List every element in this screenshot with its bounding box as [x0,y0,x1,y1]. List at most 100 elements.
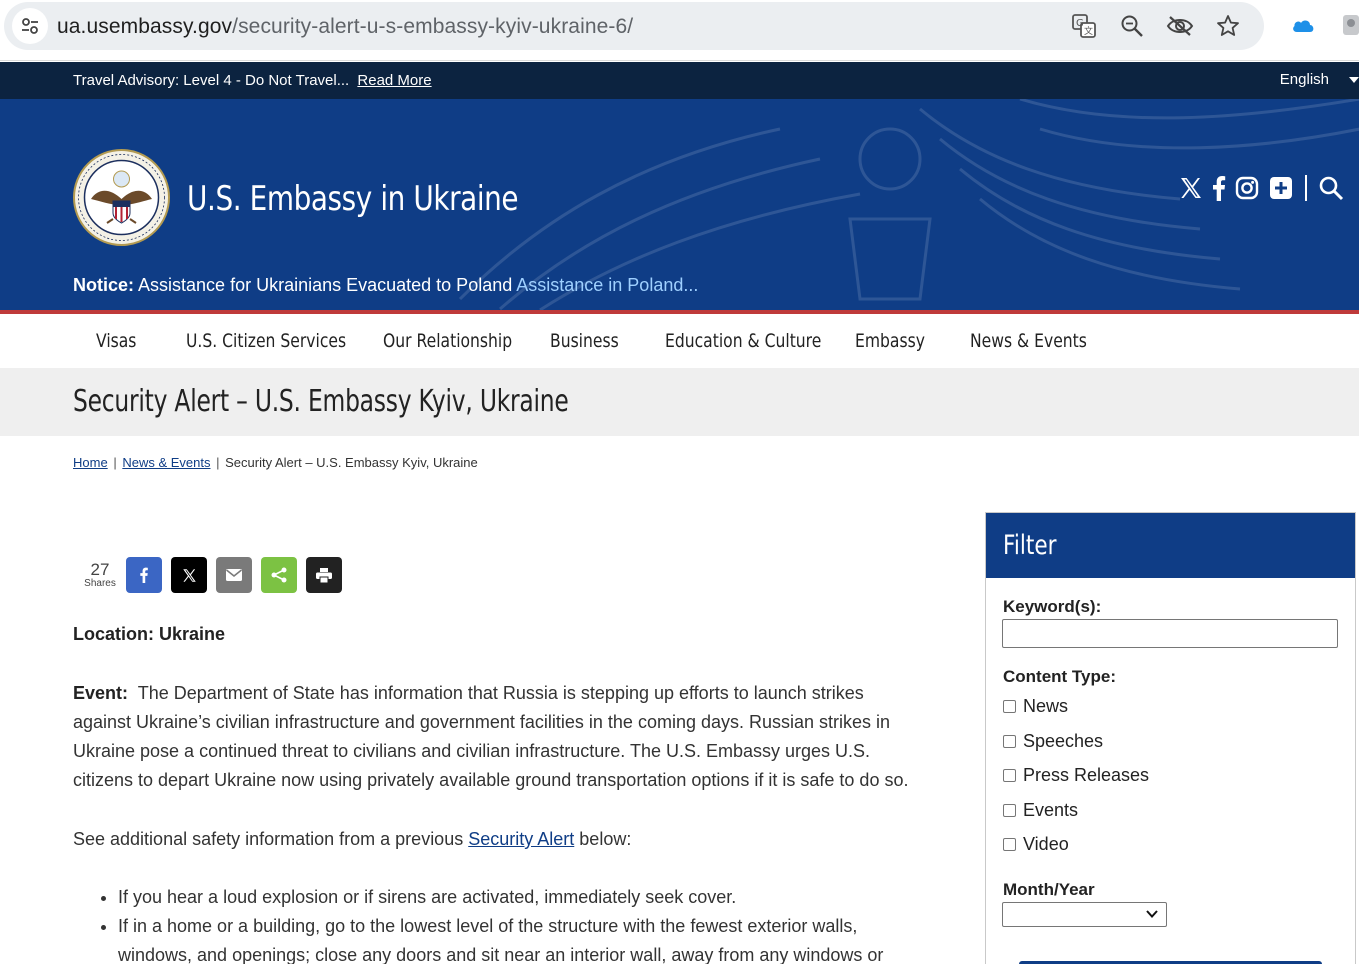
press-releases-checkbox[interactable] [1003,769,1016,782]
print-icon [316,567,332,583]
x-share-button[interactable] [171,557,207,593]
cloud-extension-icon[interactable] [1290,12,1316,38]
page-title-band: Security Alert – U.S. Embassy Kyiv, Ukra… [0,368,1359,436]
svg-text:G: G [1076,18,1084,29]
events-checkbox[interactable] [1003,804,1016,817]
x-social-icon[interactable] [1176,173,1206,203]
read-more-link[interactable]: Read More [357,72,431,89]
event-label: Event: [73,683,129,703]
breadcrumb-current: Security Alert – U.S. Embassy Kyiv, Ukra… [225,455,478,470]
speeches-checkbox[interactable] [1003,735,1016,748]
filter-title: Filter [1003,530,1057,561]
share-count: 27 Shares [80,561,120,590]
page-title: Security Alert – U.S. Embassy Kyiv, Ukra… [73,384,569,419]
press-releases-checkbox-label[interactable]: Press Releases [1023,765,1149,786]
breadcrumb-separator: | [216,455,220,470]
content-type-events-option[interactable]: Events [1003,800,1078,821]
zoom-icon[interactable] [1118,12,1146,40]
nav-item-us-citizen-services[interactable]: U.S. Citizen Services [186,330,346,352]
event-text: The Department of State has information … [73,683,909,790]
location-label: Location: [73,624,154,644]
search-icon[interactable] [1316,173,1346,203]
additional-info-prefix: See additional safety information from a… [73,829,464,849]
additional-info-suffix: below: [579,829,632,849]
travel-advisory-text: Travel Advisory: Level 4 - Do Not Travel… [73,72,350,89]
email-share-button[interactable] [216,557,252,593]
video-checkbox[interactable] [1003,838,1016,851]
facebook-icon [140,567,148,583]
share-count-number: 27 [90,560,110,579]
tracking-protection-eye-off-icon[interactable] [1166,12,1194,40]
travel-advisory-bar: Travel Advisory: Level 4 - Do Not Travel… [0,62,1359,99]
list-item: If in a home or a building, go to the lo… [118,912,893,964]
location-value: Ukraine [159,624,226,644]
browser-toolbar: ua.usembassy.gov/security-alert-u-s-emba… [0,0,1359,61]
x-icon [182,568,196,582]
instagram-social-icon[interactable] [1233,173,1261,203]
nav-item-education-culture[interactable]: Education & Culture [665,330,821,352]
share-count-label: Shares [84,578,116,589]
event-paragraph: Event: The Department of State has infor… [73,679,923,795]
more-social-plus-icon[interactable] [1267,173,1295,203]
month-year-select[interactable] [1002,902,1167,927]
nav-item-news-events[interactable]: News & Events [970,330,1087,352]
breadcrumb-home-link[interactable]: Home [73,455,108,470]
share-icon [271,567,287,583]
facebook-share-button[interactable] [126,557,162,593]
site-header: U.S. Embassy in Ukraine Notice: Assistan… [0,99,1359,310]
location-paragraph: Location: Ukraine [73,620,923,649]
translate-icon[interactable]: G 文 [1070,12,1098,40]
filter-panel: Filter Keyword(s): Content Type: News Sp… [985,512,1356,964]
url-path: /security-alert-u-s-embassy-kyiv-ukraine… [232,15,634,38]
site-info-icon[interactable] [12,8,48,44]
content-type-press-releases-option[interactable]: Press Releases [1003,765,1149,786]
url-host: ua.usembassy.gov [57,15,233,38]
additional-info-paragraph: See additional safety information from a… [73,825,923,854]
email-icon [226,569,242,581]
language-selector[interactable]: English [1280,71,1329,88]
video-checkbox-label[interactable]: Video [1023,834,1069,855]
breadcrumb-news-events-link[interactable]: News & Events [122,455,210,470]
keyword-input[interactable] [1002,619,1338,648]
url-text[interactable]: ua.usembassy.gov/security-alert-u-s-emba… [57,15,633,39]
profile-avatar-icon[interactable] [1340,12,1359,38]
facebook-social-icon[interactable] [1208,173,1230,203]
notice-link[interactable]: Assistance in Poland... [516,275,698,295]
sharethis-share-button[interactable] [261,557,297,593]
keyword-label: Keyword(s): [1003,597,1102,616]
travel-advisory: Travel Advisory: Level 4 - Do Not Travel… [73,72,432,89]
breadcrumb-separator: | [113,455,117,470]
svg-text:文: 文 [1084,25,1093,37]
notice-label: Notice: [73,275,135,295]
list-item: If you hear a loud explosion or if siren… [118,883,893,912]
nav-item-our-relationship[interactable]: Our Relationship [383,330,512,352]
content-type-video-option[interactable]: Video [1003,834,1069,855]
header-divider [1302,173,1310,203]
month-year-label: Month/Year [1003,880,1095,899]
nav-item-business[interactable]: Business [550,330,619,352]
chevron-down-icon [1146,910,1158,918]
bookmark-star-icon[interactable] [1214,12,1242,40]
notice-text: Assistance for Ukrainians Evacuated to P… [138,275,513,295]
department-of-state-seal-logo[interactable] [73,149,170,246]
safety-list: If you hear a loud explosion or if siren… [73,883,893,964]
content-type-speeches-option[interactable]: Speeches [1003,731,1103,752]
safety-list-container: If you hear a loud explosion or if siren… [73,883,893,964]
address-bar[interactable]: ua.usembassy.gov/security-alert-u-s-emba… [4,2,1264,50]
nav-item-visas[interactable]: Visas [96,330,136,352]
events-checkbox-label[interactable]: Events [1023,800,1078,821]
filter-header: Filter [986,513,1355,578]
breadcrumb: Home | News & Events | Security Alert – … [73,455,478,470]
content-type-label: Content Type: [1003,667,1117,686]
nav-item-embassy[interactable]: Embassy [855,330,925,352]
content-type-news-option[interactable]: News [1003,696,1068,717]
print-share-button[interactable] [306,557,342,593]
site-title[interactable]: U.S. Embassy in Ukraine [187,179,519,219]
security-alert-link[interactable]: Security Alert [468,829,574,849]
main-navigation: Visas U.S. Citizen Services Our Relation… [0,314,1359,368]
language-caret-icon[interactable] [1349,77,1359,83]
news-checkbox-label[interactable]: News [1023,696,1068,717]
news-checkbox[interactable] [1003,700,1016,713]
speeches-checkbox-label[interactable]: Speeches [1023,731,1103,752]
notice-banner: Notice: Assistance for Ukrainians Evacua… [73,275,698,296]
